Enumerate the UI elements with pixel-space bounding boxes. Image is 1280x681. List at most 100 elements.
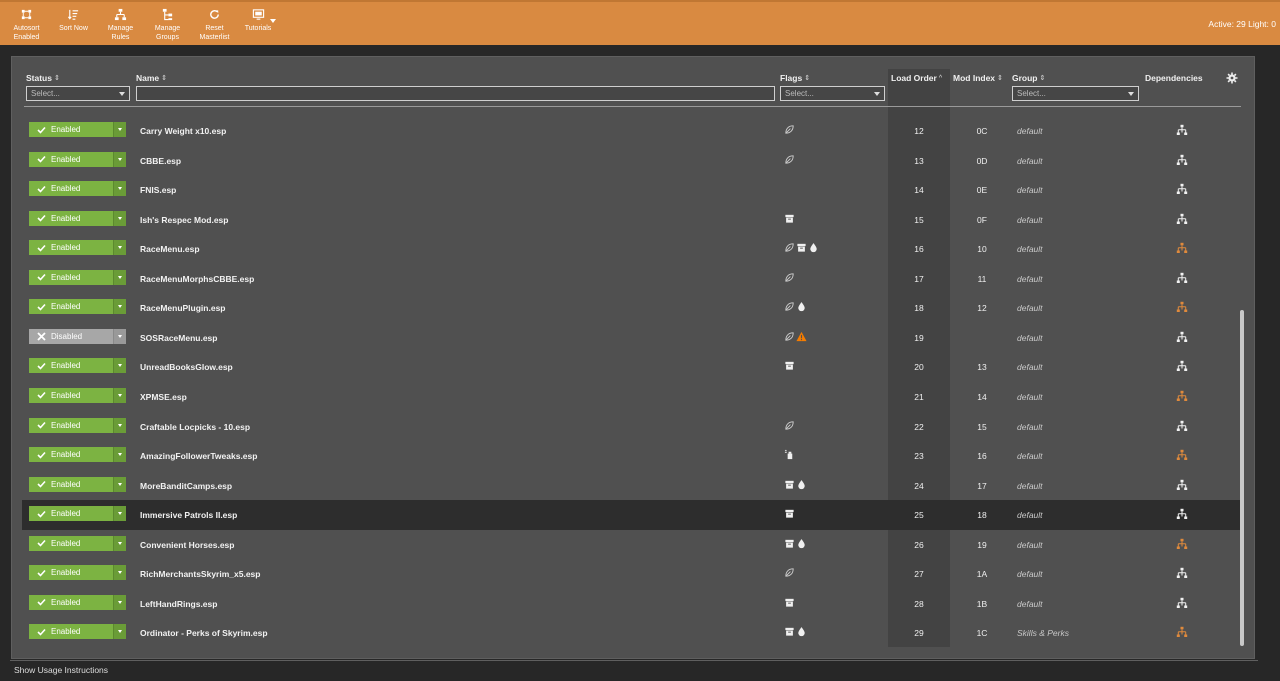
dependencies-icon[interactable] (1176, 154, 1188, 166)
tutorials-dropdown-icon[interactable] (270, 19, 276, 23)
status-button[interactable]: Enabled (29, 387, 113, 403)
show-usage-instructions-link[interactable]: Show Usage Instructions (14, 665, 108, 675)
status-button[interactable]: Enabled (29, 122, 113, 137)
table-row[interactable]: Enabled Convenient Horses.esp 26 19 default (22, 530, 1241, 560)
group-column-header[interactable]: Group ⇕ (1012, 73, 1045, 83)
reset-masterlist-button[interactable]: Reset Masterlist (191, 2, 238, 45)
table-row[interactable]: Enabled RaceMenuMorphsCBBE.esp 17 11 default (22, 264, 1241, 294)
status-toggle[interactable]: Enabled (29, 122, 126, 137)
dependencies-icon[interactable] (1176, 272, 1188, 284)
table-row[interactable]: Enabled Carry Weight x10.esp 12 0C default (22, 116, 1241, 146)
status-button[interactable]: Enabled (29, 476, 113, 492)
status-dropdown[interactable] (113, 210, 126, 226)
status-button[interactable]: Enabled (29, 594, 113, 610)
status-dropdown[interactable] (113, 151, 126, 167)
status-toggle[interactable]: Enabled (29, 447, 126, 463)
dependencies-icon[interactable] (1176, 479, 1188, 491)
status-toggle[interactable]: Enabled (29, 181, 126, 197)
status-filter-select[interactable]: Select... (26, 86, 130, 101)
table-row[interactable]: Enabled Ish's Respec Mod.esp 15 0F default (22, 205, 1241, 235)
dependencies-icon[interactable] (1176, 626, 1188, 638)
table-row[interactable]: Disabled SOSRaceMenu.esp 19 default (22, 323, 1241, 353)
name-column-header[interactable]: Name ⇕ (136, 73, 167, 83)
status-toggle[interactable]: Enabled (29, 476, 126, 492)
dependencies-icon[interactable] (1176, 242, 1188, 254)
status-toggle[interactable]: Enabled (29, 417, 126, 433)
group-filter-select[interactable]: Select... (1012, 86, 1139, 101)
tutorials-button[interactable]: Tutorials (238, 2, 278, 45)
status-toggle[interactable]: Enabled (29, 594, 126, 610)
status-toggle[interactable]: Enabled (29, 151, 126, 167)
status-dropdown[interactable] (113, 624, 126, 640)
status-dropdown[interactable] (113, 447, 126, 463)
name-filter-input[interactable] (136, 86, 775, 101)
status-button[interactable]: Enabled (29, 417, 113, 433)
status-button[interactable]: Disabled (29, 328, 113, 344)
status-dropdown[interactable] (113, 594, 126, 610)
dependencies-icon[interactable] (1176, 360, 1188, 372)
dependencies-icon[interactable] (1176, 331, 1188, 343)
table-row[interactable]: Enabled AmazingFollowerTweaks.esp 23 16 defa… (22, 441, 1241, 471)
flags-column-header[interactable]: Flags ⇕ (780, 73, 810, 83)
load-order-column-header[interactable]: Load Order ^ (891, 73, 942, 83)
table-row[interactable]: Enabled RichMerchantsSkyrim_x5.esp 27 1A def… (22, 559, 1241, 589)
gear-icon[interactable] (1226, 72, 1238, 84)
dependencies-icon[interactable] (1176, 420, 1188, 432)
mod-index-column-header[interactable]: Mod Index ⇕ (953, 73, 1003, 83)
table-row[interactable]: Enabled RaceMenuPlugin.esp 18 12 default (22, 293, 1241, 323)
dependencies-icon[interactable] (1176, 449, 1188, 461)
status-toggle[interactable]: Enabled (29, 269, 126, 285)
dependencies-icon[interactable] (1176, 183, 1188, 195)
status-dropdown[interactable] (113, 328, 126, 344)
table-row[interactable]: Enabled MoreBanditCamps.esp 24 17 default (22, 471, 1241, 501)
table-row[interactable]: Enabled LeftHandRings.esp 28 1B default (22, 589, 1241, 619)
dependencies-icon[interactable] (1176, 597, 1188, 609)
table-row[interactable]: Enabled Immersive Patrols II.esp 25 18 defau… (22, 500, 1241, 530)
dependencies-icon[interactable] (1176, 538, 1188, 550)
status-button[interactable]: Enabled (29, 624, 113, 640)
status-toggle[interactable]: Enabled (29, 358, 126, 374)
status-dropdown[interactable] (113, 565, 126, 581)
status-toggle[interactable]: Enabled (29, 210, 126, 226)
status-dropdown[interactable] (113, 417, 126, 433)
autosort-button[interactable]: Autosort Enabled (3, 2, 50, 45)
status-button[interactable]: Enabled (29, 506, 113, 522)
table-row[interactable]: Enabled RaceMenu.esp 16 10 default (22, 234, 1241, 264)
table-row[interactable]: Enabled XPMSE.esp 21 14 default (22, 382, 1241, 412)
status-dropdown[interactable] (113, 358, 126, 374)
status-toggle[interactable]: Enabled (29, 506, 126, 522)
dependencies-icon[interactable] (1176, 390, 1188, 402)
dependencies-icon[interactable] (1176, 213, 1188, 225)
status-toggle[interactable]: Enabled (29, 624, 126, 640)
status-dropdown[interactable] (113, 535, 126, 551)
status-dropdown[interactable] (113, 506, 126, 522)
table-row[interactable]: Enabled FNIS.esp 14 0E default (22, 175, 1241, 205)
status-toggle[interactable]: Disabled (29, 328, 126, 344)
table-row[interactable]: Enabled Ordinator - Perks of Skyrim.esp 29… (22, 618, 1241, 648)
status-dropdown[interactable] (113, 181, 126, 197)
status-dropdown[interactable] (113, 240, 126, 256)
status-dropdown[interactable] (113, 269, 126, 285)
status-button[interactable]: Enabled (29, 181, 113, 197)
status-button[interactable]: Enabled (29, 151, 113, 167)
status-toggle[interactable]: Enabled (29, 240, 126, 256)
table-row[interactable]: Enabled CBBE.esp 13 0D default (22, 146, 1241, 176)
status-toggle[interactable]: Enabled (29, 387, 126, 403)
dependencies-icon[interactable] (1176, 124, 1188, 136)
sort-now-button[interactable]: Sort Now (50, 2, 97, 45)
status-button[interactable]: Enabled (29, 535, 113, 551)
status-dropdown[interactable] (113, 122, 126, 137)
dependencies-icon[interactable] (1176, 301, 1188, 313)
status-dropdown[interactable] (113, 476, 126, 492)
status-button[interactable]: Enabled (29, 299, 113, 315)
status-toggle[interactable]: Enabled (29, 299, 126, 315)
status-button[interactable]: Enabled (29, 269, 113, 285)
flags-filter-select[interactable]: Select... (780, 86, 885, 101)
manage-rules-button[interactable]: Manage Rules (97, 2, 144, 45)
vertical-scrollbar[interactable] (1240, 310, 1244, 646)
status-dropdown[interactable] (113, 299, 126, 315)
status-button[interactable]: Enabled (29, 210, 113, 226)
status-button[interactable]: Enabled (29, 240, 113, 256)
status-toggle[interactable]: Enabled (29, 535, 126, 551)
status-dropdown[interactable] (113, 387, 126, 403)
